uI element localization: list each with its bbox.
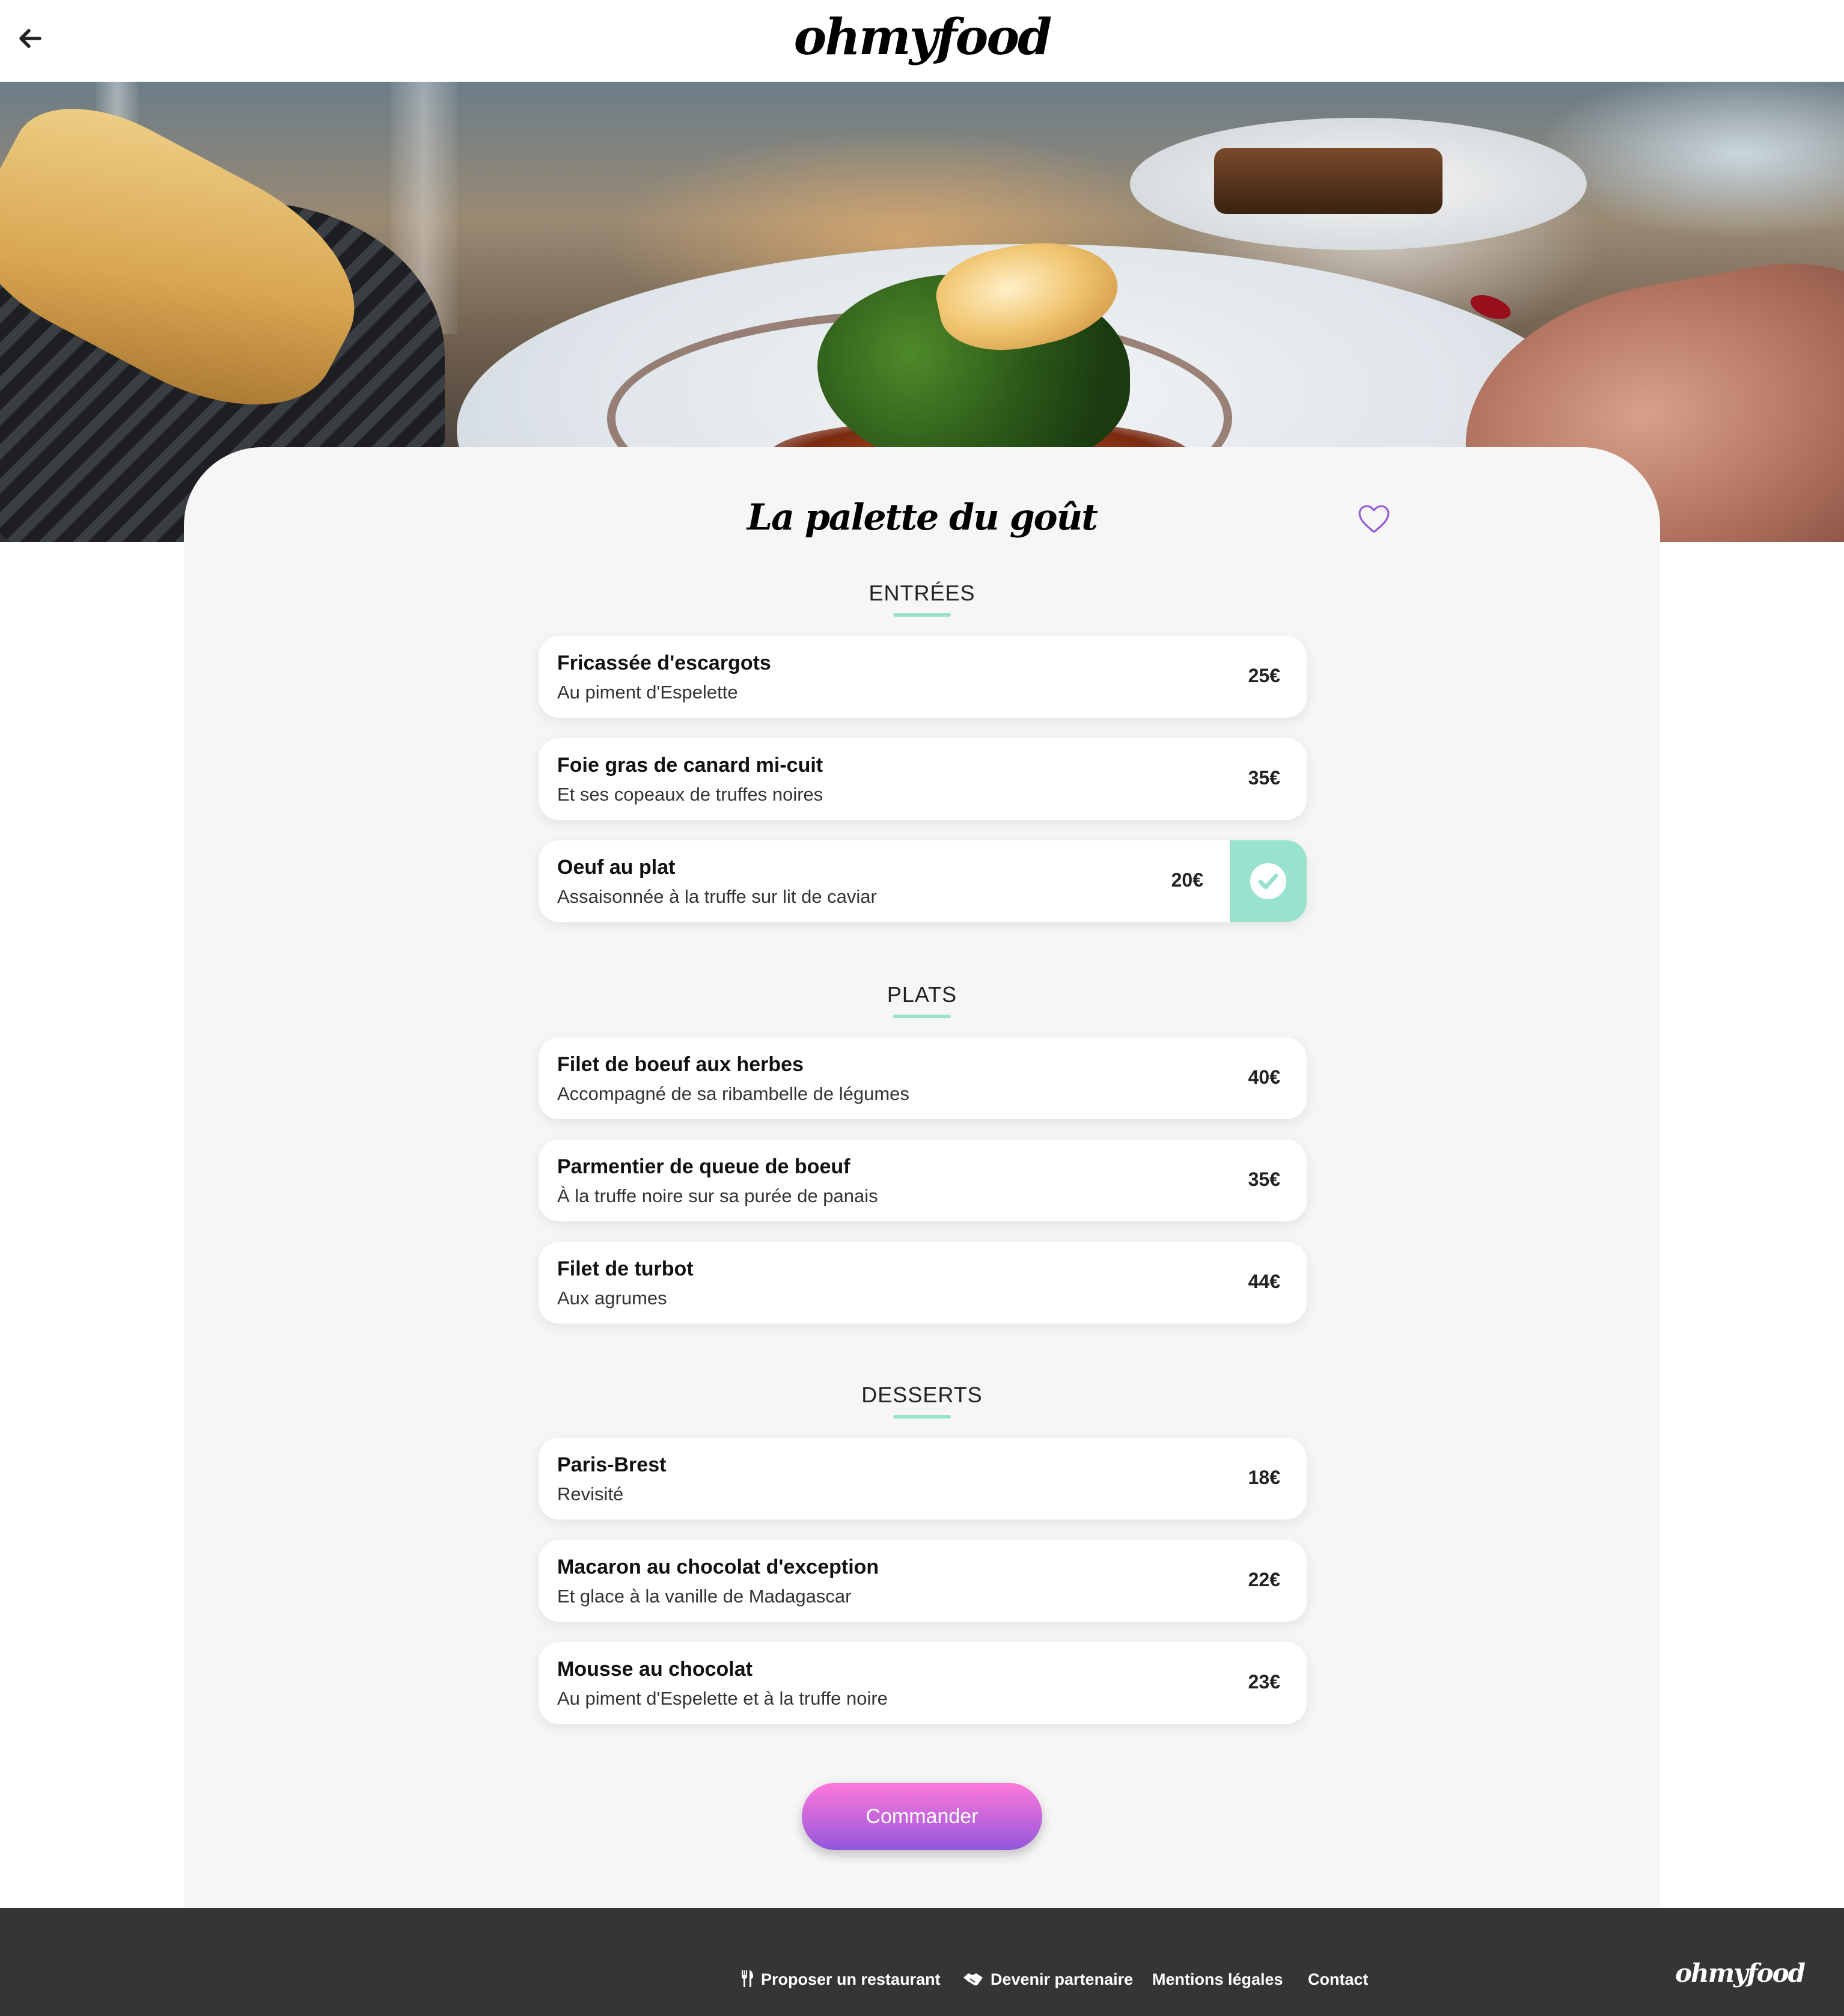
dish-price: 44€ xyxy=(1248,1271,1280,1292)
dish-description: Et ses copeaux de truffes noires xyxy=(557,784,823,805)
dish-card[interactable]: Macaron au chocolat d'exception Et glace… xyxy=(539,1540,1307,1622)
section-title-plats: PLATS xyxy=(887,982,957,1007)
section-underline xyxy=(893,613,951,617)
footer-link-legal[interactable]: Mentions légales xyxy=(1152,1970,1283,1989)
footer-link-label: Proposer un restaurant xyxy=(761,1970,941,1988)
dish-name: Macaron au chocolat d'exception xyxy=(557,1556,879,1578)
selected-check-panel xyxy=(1230,840,1307,922)
dish-card-selected[interactable]: Oeuf au plat Assaisonnée à la truffe sur… xyxy=(539,840,1307,922)
dish-description: À la truffe noire sur sa purée de panais xyxy=(557,1185,878,1206)
dish-name: Filet de boeuf aux herbes xyxy=(557,1053,804,1076)
dish-card[interactable]: Foie gras de canard mi-cuit Et ses copea… xyxy=(539,738,1307,820)
dish-description: Accompagné de sa ribambelle de légumes xyxy=(557,1083,909,1104)
dish-name: Fricassée d'escargots xyxy=(557,652,771,674)
dish-price: 40€ xyxy=(1248,1066,1280,1088)
footer-logo[interactable]: ohmyfood xyxy=(1675,1958,1806,1988)
dish-card[interactable]: Fricassée d'escargots Au piment d'Espele… xyxy=(539,636,1307,718)
restaurant-title: La palette du goût xyxy=(746,496,1098,539)
dish-name: Filet de turbot xyxy=(557,1257,694,1280)
dish-price: 20€ xyxy=(1171,869,1203,891)
dish-price: 35€ xyxy=(1248,1168,1280,1190)
dish-price: 22€ xyxy=(1248,1569,1280,1590)
dish-price: 23€ xyxy=(1248,1671,1280,1693)
dish-name: Mousse au chocolat xyxy=(557,1658,753,1681)
dish-card[interactable]: Mousse au chocolat Au piment d'Espelette… xyxy=(539,1642,1307,1724)
dish-description: Aux agrumes xyxy=(557,1287,667,1309)
dish-name: Paris-Brest xyxy=(557,1453,667,1476)
footer-link-propose-restaurant[interactable]: Proposer un restaurant xyxy=(740,1970,941,1989)
section-underline xyxy=(893,1015,951,1018)
dish-description: Au piment d'Espelette xyxy=(557,682,738,703)
dish-name: Parmentier de queue de boeuf xyxy=(557,1155,850,1178)
dish-price: 18€ xyxy=(1248,1467,1280,1488)
section-underline xyxy=(893,1415,951,1419)
section-title-entrees: ENTRÉES xyxy=(869,581,975,605)
footer-link-label: Devenir partenaire xyxy=(991,1970,1134,1988)
dish-card[interactable]: Paris-Brest Revisité 18€ xyxy=(539,1438,1307,1520)
dish-card[interactable]: Filet de boeuf aux herbes Accompagné de … xyxy=(539,1037,1307,1119)
utensils-icon xyxy=(742,1970,753,1987)
dish-name: Oeuf au plat xyxy=(557,856,676,879)
section-title-desserts: DESSERTS xyxy=(861,1382,983,1407)
dish-description: Revisité xyxy=(557,1483,624,1504)
footer: Proposer un restaurant Devenir partenair… xyxy=(0,1908,1844,2016)
dish-price: 35€ xyxy=(1248,767,1280,789)
dish-description: Assaisonnée à la truffe sur lit de cavia… xyxy=(557,886,877,907)
logo[interactable]: ohmyfood xyxy=(0,8,1844,66)
dish-card[interactable]: Parmentier de queue de boeuf À la truffe… xyxy=(539,1140,1307,1221)
footer-link-contact[interactable]: Contact xyxy=(1308,1970,1369,1989)
heart-icon[interactable] xyxy=(1357,504,1391,535)
check-circle-icon xyxy=(1250,863,1286,899)
header: ohmyfood xyxy=(0,0,1844,82)
handshake-icon xyxy=(963,1973,983,1986)
footer-link-become-partner[interactable]: Devenir partenaire xyxy=(963,1970,1133,1989)
dish-price: 25€ xyxy=(1248,665,1280,686)
dish-name: Foie gras de canard mi-cuit xyxy=(557,754,823,777)
order-button[interactable]: Commander xyxy=(802,1783,1042,1850)
dish-card[interactable]: Filet de turbot Aux agrumes 44€ xyxy=(539,1242,1307,1324)
dish-description: Et glace à la vanille de Madagascar xyxy=(557,1586,852,1607)
dish-description: Au piment d'Espelette et à la truffe noi… xyxy=(557,1688,888,1709)
